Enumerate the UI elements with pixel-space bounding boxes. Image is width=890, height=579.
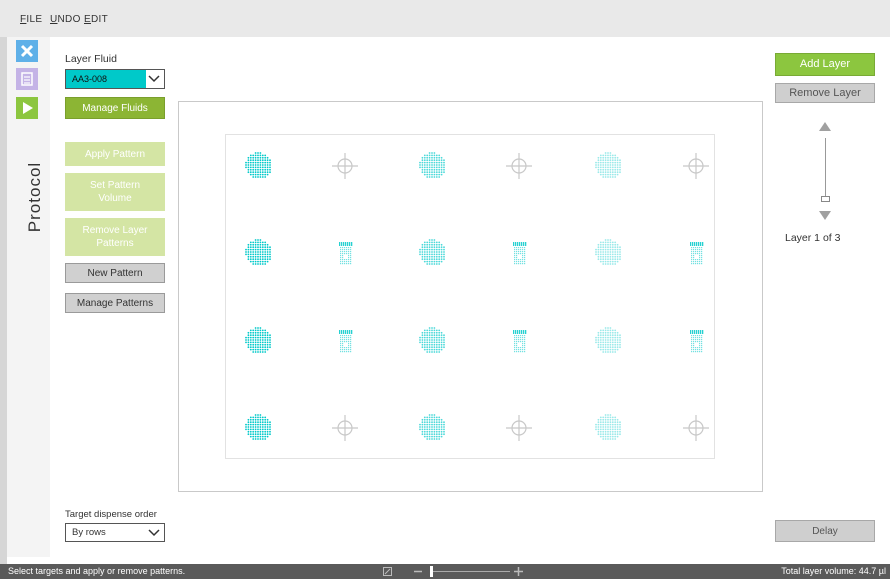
status-bar: Select targets and apply or remove patte… <box>0 564 890 579</box>
target-dot-dark[interactable] <box>244 151 274 186</box>
crosshair-icon[interactable] <box>330 151 360 186</box>
zoom-out-icon[interactable] <box>412 567 424 576</box>
remove-layer-button[interactable]: Remove Layer <box>775 83 875 103</box>
pattern-target[interactable] <box>330 238 360 273</box>
save-icon <box>21 72 33 86</box>
new-pattern-button[interactable]: New Pattern <box>65 263 165 283</box>
window-edge <box>0 0 7 579</box>
zoom-slider-thumb[interactable] <box>430 566 433 577</box>
menu-file[interactable]: FILE <box>20 14 42 25</box>
manage-patterns-button[interactable]: Manage Patterns <box>65 293 165 313</box>
crosshair-icon[interactable] <box>504 151 534 186</box>
zoom-in-icon[interactable] <box>513 566 524 577</box>
pattern-target[interactable] <box>504 326 534 361</box>
layer-status: Layer 1 of 3 <box>785 232 841 244</box>
add-layer-button[interactable]: Add Layer <box>775 53 875 76</box>
save-button[interactable] <box>16 68 38 90</box>
target-dot-light[interactable] <box>594 413 624 448</box>
crosshair-icon[interactable] <box>330 413 360 448</box>
menu-bar: FILE UNDO EDIT <box>0 0 890 37</box>
layer-fluid-select[interactable]: AA3-008 <box>65 69 165 89</box>
target-dot-dark[interactable] <box>244 326 274 361</box>
dispense-order-label: Target dispense order <box>65 509 157 520</box>
run-button[interactable] <box>16 97 38 119</box>
target-dot-mid[interactable] <box>418 151 448 186</box>
pattern-target[interactable] <box>504 238 534 273</box>
layer-slider-track[interactable] <box>825 138 826 200</box>
protocol-label: Protocol <box>25 161 44 233</box>
target-dot-light[interactable] <box>594 326 624 361</box>
dispense-order-select[interactable]: By rows <box>65 523 165 542</box>
pattern-target[interactable] <box>681 326 711 361</box>
fit-icon[interactable] <box>383 567 392 576</box>
chevron-down-icon <box>148 75 160 83</box>
manage-fluids-button[interactable]: Manage Fluids <box>65 97 165 119</box>
pattern-target[interactable] <box>330 326 360 361</box>
target-dot-mid[interactable] <box>418 326 448 361</box>
apply-pattern-button[interactable]: Apply Pattern <box>65 142 165 166</box>
menu-undo[interactable]: UNDO <box>50 14 81 25</box>
layer-fluid-label: Layer Fluid <box>65 53 117 65</box>
chevron-down-icon <box>148 529 160 537</box>
zoom-slider[interactable] <box>430 571 510 572</box>
fluid-value: AA3-008 <box>66 70 146 88</box>
target-dot-light[interactable] <box>594 238 624 273</box>
remove-layer-patterns-button[interactable]: Remove Layer Patterns <box>65 218 165 256</box>
set-pattern-volume-button[interactable]: Set Pattern Volume <box>65 173 165 211</box>
status-message: Select targets and apply or remove patte… <box>8 566 186 576</box>
close-icon <box>20 44 34 58</box>
delay-button[interactable]: Delay <box>775 520 875 542</box>
target-dot-light[interactable] <box>594 151 624 186</box>
close-button[interactable] <box>16 40 38 62</box>
dispense-order-value: By rows <box>72 527 106 538</box>
target-dot-dark[interactable] <box>244 413 274 448</box>
menu-edit[interactable]: EDIT <box>84 14 108 25</box>
crosshair-icon[interactable] <box>681 413 711 448</box>
pattern-target[interactable] <box>681 238 711 273</box>
layer-up-arrow-icon[interactable] <box>819 122 831 131</box>
layer-slider-thumb[interactable] <box>821 196 830 202</box>
layer-down-arrow-icon[interactable] <box>819 211 831 220</box>
target-dot-mid[interactable] <box>418 238 448 273</box>
crosshair-icon[interactable] <box>681 151 711 186</box>
target-dot-dark[interactable] <box>244 238 274 273</box>
crosshair-icon[interactable] <box>504 413 534 448</box>
total-volume: Total layer volume: 44.7 µl <box>781 566 886 576</box>
protocol-sidebar: Protocol <box>7 37 50 557</box>
target-dot-mid[interactable] <box>418 413 448 448</box>
plate-area[interactable] <box>225 134 715 459</box>
play-icon <box>23 102 33 114</box>
